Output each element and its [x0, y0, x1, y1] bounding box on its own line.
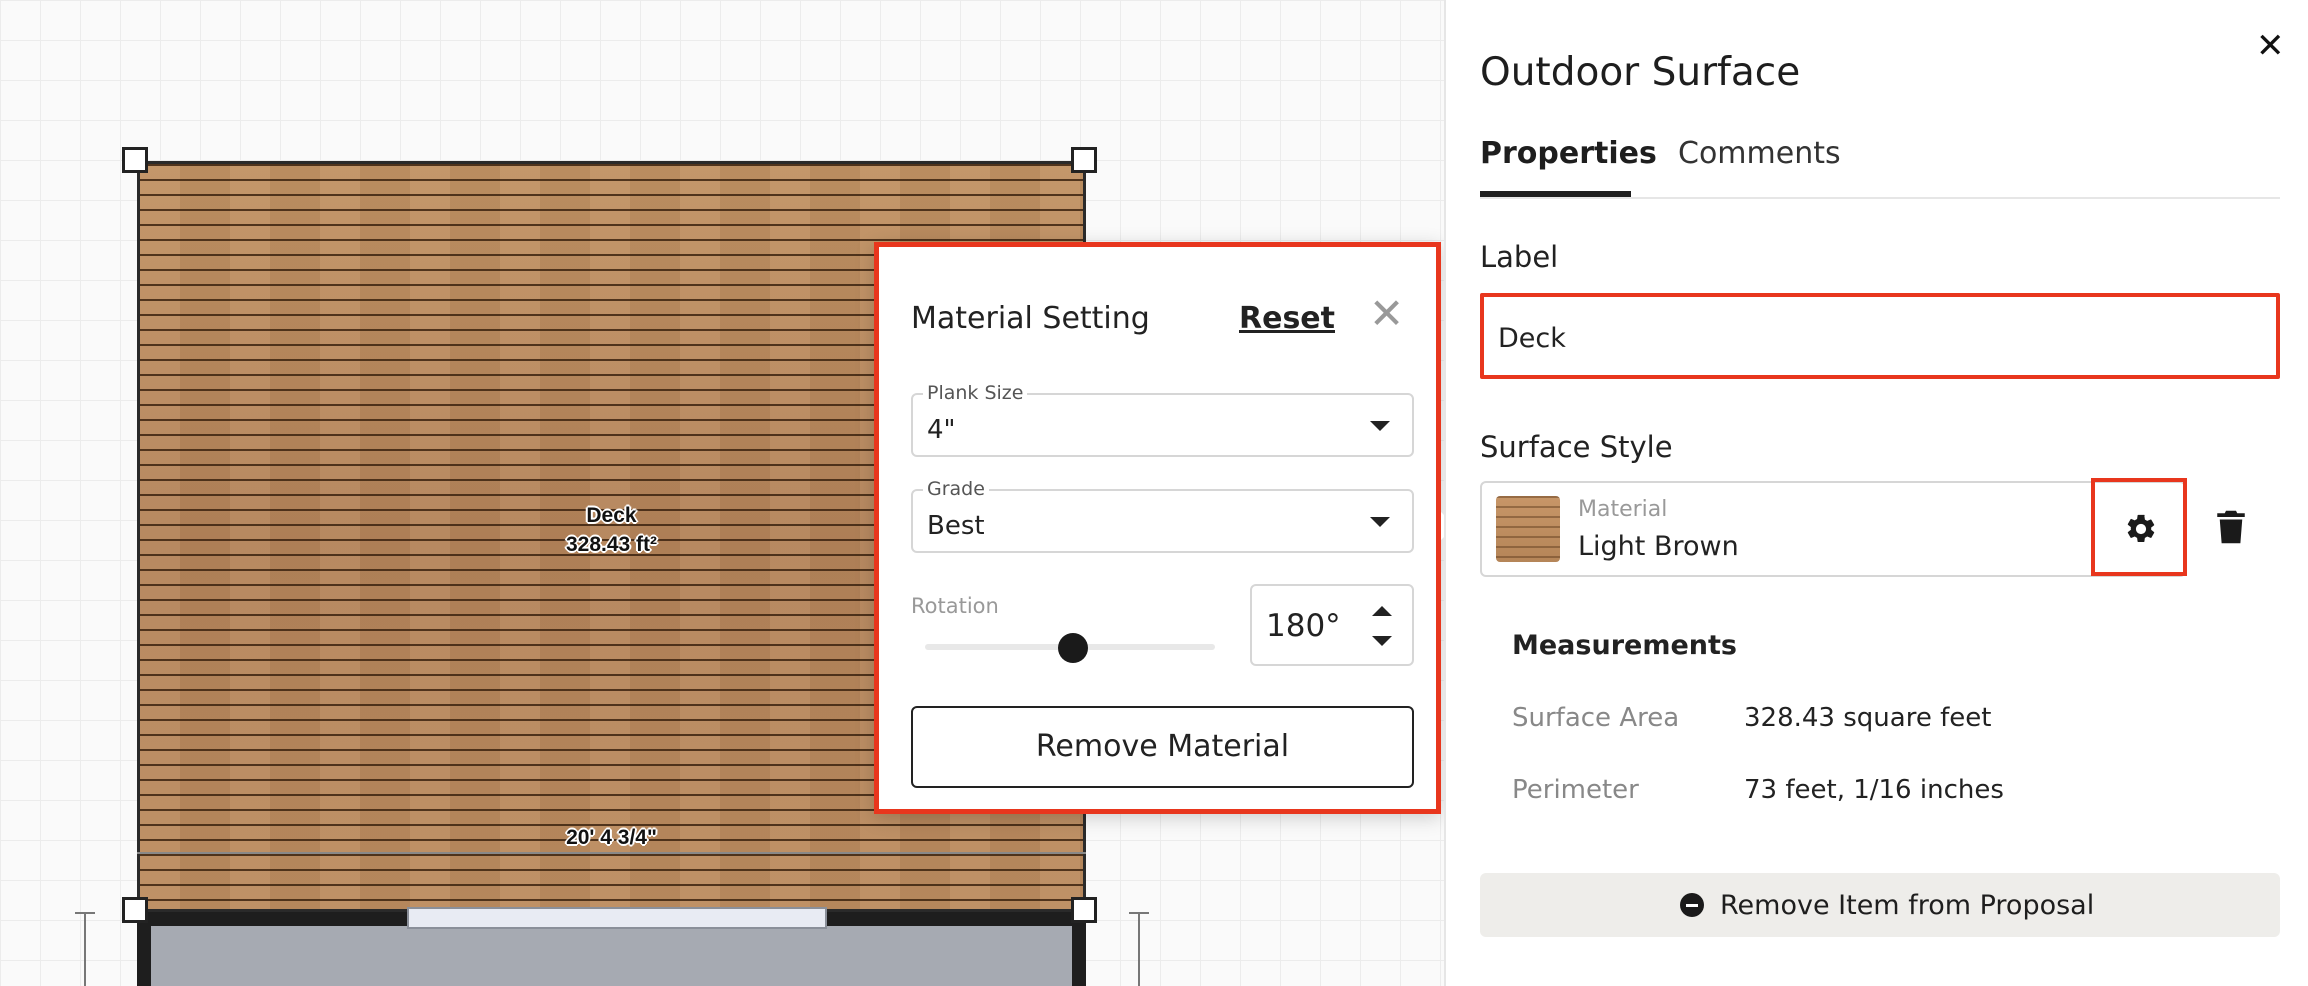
tab-comments[interactable]: Comments [1678, 136, 1841, 171]
chevron-down-icon [1370, 421, 1390, 431]
remove-item-button[interactable]: Remove Item from Proposal [1480, 873, 2280, 937]
tab-properties[interactable]: Properties [1480, 136, 1657, 171]
rotation-stepper[interactable]: 180° [1250, 584, 1414, 666]
plank-size-label: Plank Size [923, 382, 1028, 404]
material-settings-button[interactable] [2091, 478, 2187, 576]
rotation-slider-thumb[interactable] [1058, 633, 1088, 663]
resize-handle-top-left[interactable] [122, 147, 148, 173]
chevron-down-icon [1370, 517, 1390, 527]
surface-area-label: Surface Area [1512, 703, 1680, 733]
label-input[interactable]: Deck [1480, 293, 2280, 379]
dimension-tick-left [84, 912, 86, 986]
plank-size-select[interactable]: Plank Size 4" [911, 382, 1414, 457]
gear-icon [2127, 514, 2155, 543]
rotation-label: Rotation [911, 594, 999, 618]
deck-dimension-label: 20' 4 3/4" [566, 826, 657, 849]
dimension-line [137, 852, 1086, 854]
grade-value: Best [927, 511, 985, 541]
resize-handle-bottom-left[interactable] [122, 897, 148, 923]
surface-style-heading: Surface Style [1480, 430, 1673, 464]
material-swatch [1496, 496, 1560, 562]
minus-circle-icon [1680, 893, 1704, 917]
material-selector[interactable]: Material Light Brown [1480, 481, 2186, 577]
active-tab-indicator [1480, 191, 1631, 197]
panel-title: Outdoor Surface [1480, 50, 1801, 95]
dimension-tick-right [1138, 912, 1140, 986]
plank-size-value: 4" [927, 415, 956, 445]
surface-area-value: 328.43 square feet [1744, 703, 1992, 733]
trash-icon [2217, 510, 2245, 544]
popup-title: Material Setting [911, 301, 1150, 336]
resize-handle-top-right[interactable] [1071, 147, 1097, 173]
tabs-divider [1480, 197, 2280, 199]
grade-select[interactable]: Grade Best [911, 478, 1414, 553]
perimeter-label: Perimeter [1512, 775, 1639, 805]
close-icon[interactable]: ✕ [2256, 26, 2285, 66]
grade-label: Grade [923, 478, 989, 500]
perimeter-value: 73 feet, 1/16 inches [1744, 775, 2004, 805]
properties-panel: ✕ Outdoor Surface Properties Comments La… [1444, 0, 2308, 986]
label-heading: Label [1480, 240, 1559, 274]
material-label: Material [1578, 497, 1668, 522]
material-setting-popup: Material Setting Reset ✕ Plank Size 4" G… [874, 242, 1441, 814]
house-door [407, 907, 827, 929]
decrement-arrow-icon[interactable] [1372, 636, 1392, 646]
resize-handle-bottom-right[interactable] [1071, 897, 1097, 923]
increment-arrow-icon[interactable] [1372, 606, 1392, 616]
dimension-tick-left-cap [75, 912, 95, 914]
label-input-value: Deck [1498, 323, 1566, 354]
reset-button[interactable]: Reset [1239, 301, 1335, 336]
delete-material-button[interactable] [2216, 510, 2246, 548]
remove-material-button[interactable]: Remove Material [911, 706, 1414, 788]
dimension-tick-right-cap [1129, 912, 1149, 914]
rotation-value: 180° [1266, 608, 1341, 644]
material-value: Light Brown [1578, 531, 1739, 562]
remove-item-label: Remove Item from Proposal [1720, 890, 2095, 921]
close-icon[interactable]: ✕ [1369, 293, 1404, 335]
measurements-heading: Measurements [1512, 630, 1737, 661]
